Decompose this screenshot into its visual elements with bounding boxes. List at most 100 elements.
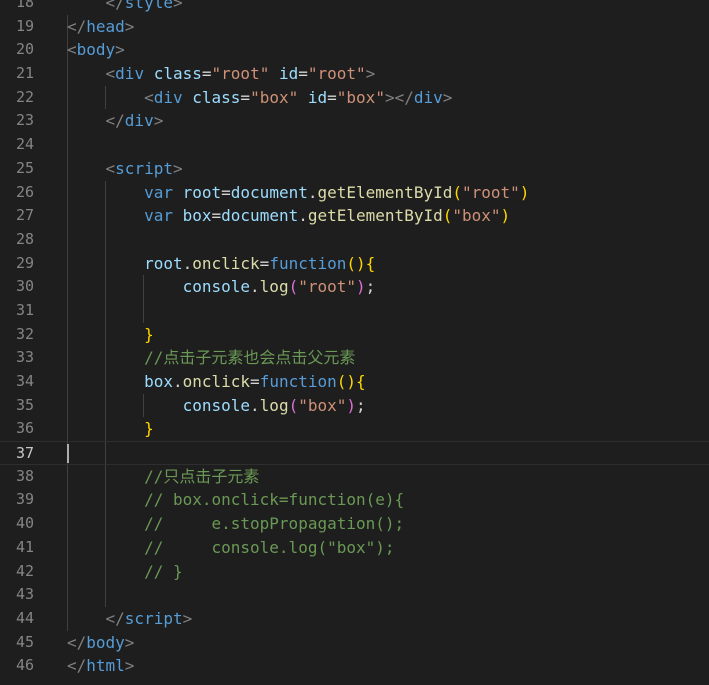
text-cursor [67,444,69,464]
code-lines[interactable]: 18 </style> 19 </head> 20 <body> 21 <div clas… [0,0,709,678]
code-line[interactable]: 39 // box.onclick=function(e){ [0,488,709,513]
line-number: 45 [15,632,34,651]
code-token: </ [67,632,87,652]
line-code: <body> [67,38,125,62]
code-line[interactable]: 19 </head> [0,14,709,39]
code-token: root [144,253,183,273]
code-editor[interactable]: 18 </style> 19 </head> 20 <body> 21 <div clas… [0,0,709,685]
code-token: ) [500,206,511,226]
code-token: = [298,64,308,84]
code-token: ( [288,395,299,415]
code-token: "root" [211,64,270,84]
line-code: <div class="box" id="box"></div> [67,86,452,110]
line-code: // e.stopPropagation(); [67,512,404,536]
line-code: </head> [67,15,134,39]
code-token: ) [356,277,366,297]
code-line[interactable]: 29 root.onclick=function(){ [0,251,709,276]
line-number: 22 [15,87,34,106]
code-line[interactable]: 25 <script> [0,156,709,181]
line-code: </style> [67,0,183,15]
code-token: ( [288,277,299,297]
code-line[interactable]: 24 [0,133,709,157]
code-line[interactable]: 31 [0,298,709,323]
indent-guide [143,298,144,323]
code-token: > [182,608,193,628]
code-line[interactable]: 35 console.log("box"); [0,393,709,418]
code-token: . [182,253,193,273]
code-token: script [124,608,183,628]
code-line[interactable]: 30 console.log("root"); [0,275,709,299]
indent-guide [67,298,68,323]
indent-guide [67,227,68,252]
code-line[interactable]: 27 var box=document.getElementById("box"… [0,204,709,228]
code-line[interactable]: 43 [0,583,709,607]
code-token: // } [144,561,183,581]
indent-guide [105,298,106,323]
code-line[interactable]: 21 <div class="root" id="root"> [0,62,709,86]
code-line[interactable]: 46 </html> [0,654,709,678]
code-token: < [67,40,77,60]
code-line[interactable]: 45 </body> [0,631,709,655]
indent-guide [67,133,68,157]
code-line[interactable]: 41 // console.log("box"); [0,535,709,560]
code-token: getElementById [317,182,453,202]
code-line[interactable]: 33 //点击子元素也会点击父元素 [0,346,709,370]
code-token: = [221,182,231,202]
code-token: "box" [452,206,501,226]
code-token: div [124,111,154,131]
line-code: //只点击子元素 [67,465,259,489]
code-token: . [298,206,308,226]
code-line[interactable]: 44 </script> [0,606,709,631]
code-token: ></ [384,87,414,107]
line-code: root.onclick=function(){ [67,252,375,276]
indent-guide [105,442,106,464]
line-code: } [67,323,154,347]
code-token: </ [67,656,87,676]
code-token: // e.stopPropagation(); [144,514,405,534]
code-token: < [67,64,116,84]
code-line[interactable]: 34 box.onclick=function(){ [0,370,709,394]
code-line[interactable]: 40 // e.stopPropagation(); [0,512,709,536]
code-token: = [327,87,337,107]
code-token: document [230,182,308,202]
code-line[interactable]: 38 //只点击子元素 [0,464,709,489]
code-line[interactable]: 32 } [0,322,709,347]
code-token: . [172,372,183,391]
line-code: </html> [67,654,134,678]
code-line[interactable]: 37 [0,441,709,465]
code-line[interactable]: 18 </style> [0,0,709,15]
code-line[interactable]: 20 <body> [0,38,709,63]
line-code: </body> [67,631,134,655]
code-line[interactable]: 26 var root=document.getElementById("roo… [0,180,709,205]
code-token: > [124,656,135,676]
code-token: ( [442,206,453,226]
code-token: . [250,277,260,297]
code-token: > [442,87,453,107]
code-line[interactable]: 22 <div class="box" id="box"></div> [0,85,709,110]
code-token: . [250,395,260,415]
line-number: 35 [15,395,34,414]
code-token: function [269,253,347,273]
code-token: body [86,632,125,652]
code-token: style [124,0,173,12]
code-line[interactable]: 36 } [0,417,709,442]
line-code: console.log("root"); [67,275,376,299]
code-line[interactable]: 42 // } [0,559,709,584]
code-line[interactable]: 28 [0,227,709,252]
line-code: var box=document.getElementById("box") [67,204,510,228]
code-token: console [182,395,251,415]
code-token: getElementById [307,206,443,226]
code-line[interactable]: 23 </div> [0,109,709,134]
line-number: 39 [15,490,34,509]
line-number: 29 [15,253,34,272]
